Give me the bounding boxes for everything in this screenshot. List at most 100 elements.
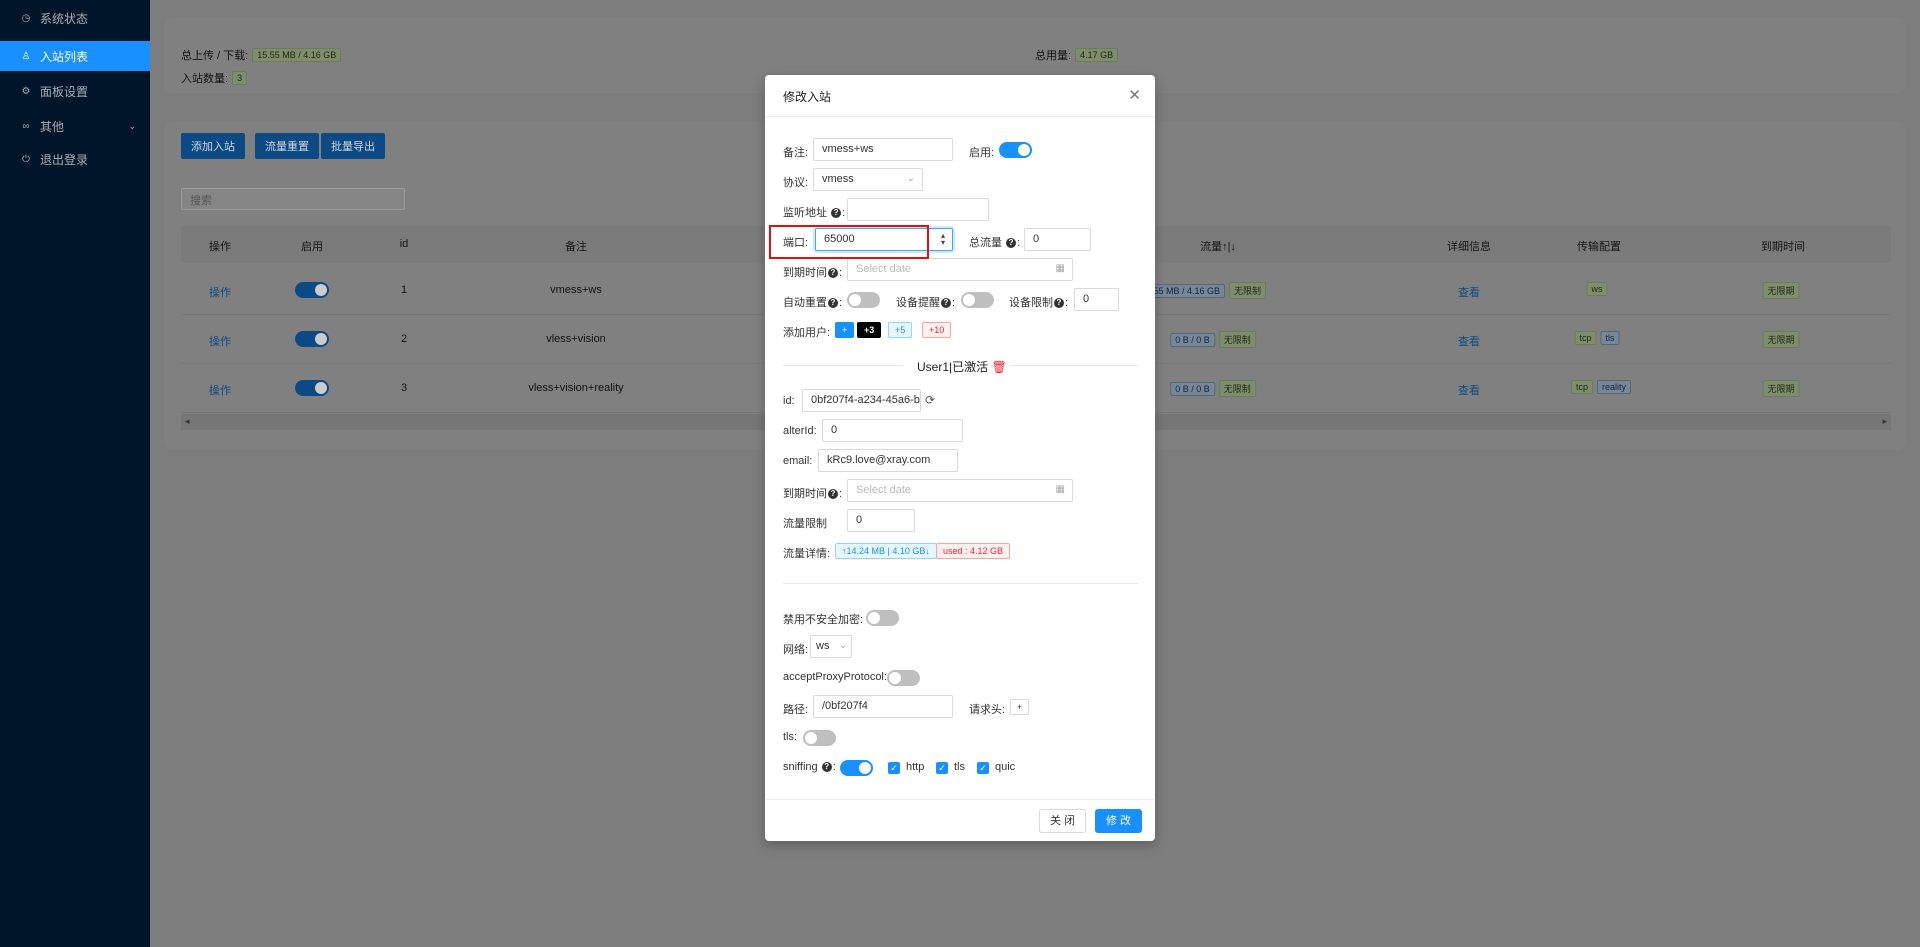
sniff-http-checkbox[interactable]: ✓	[888, 762, 900, 774]
reset-traffic-button[interactable]: 流量重置	[255, 133, 319, 159]
sniffing-label: sniffing ?:	[783, 761, 836, 773]
user-divider-right	[1010, 365, 1138, 366]
question-icon: ?	[831, 208, 842, 219]
row-transport: ws	[1583, 282, 1608, 296]
row-op-link[interactable]: 操作	[209, 284, 231, 300]
chevron-down-icon: ⌄	[906, 173, 915, 184]
sniff-quic-label: quic	[995, 761, 1016, 773]
calendar-icon: ▦	[1055, 263, 1065, 274]
sniff-tls-label: tls	[954, 761, 965, 773]
sidebar-item-other[interactable]: ∞ 其他 ⌄	[0, 111, 150, 141]
close-icon[interactable]: ✕	[1128, 86, 1141, 104]
enable-switch[interactable]	[999, 142, 1032, 158]
th-remark: 备注	[565, 241, 587, 253]
row-op-link[interactable]: 操作	[209, 333, 231, 349]
path-label: 路径:	[783, 704, 809, 716]
batch-export-button[interactable]: 批量导出	[321, 133, 385, 159]
total-traffic-input[interactable]: 0	[1024, 228, 1091, 251]
device-limit-input[interactable]: 0	[1074, 288, 1119, 311]
path-input[interactable]: /0bf207f4	[813, 695, 953, 718]
sidebar-item-label: 退出登录	[40, 152, 89, 167]
row-transport-tag: tcp	[1570, 380, 1593, 394]
th-traffic: 流量↑|↓	[1200, 241, 1236, 253]
stepper-icon[interactable]: ▴ ▾	[941, 232, 945, 247]
inbound-count-tag: 3	[232, 71, 248, 85]
submit-button[interactable]: 修 改	[1095, 809, 1143, 833]
row-transport-tag: ws	[1586, 282, 1608, 296]
row-expiry: 无限期	[1758, 282, 1800, 299]
traffic-limit-label: 流量限制	[783, 518, 827, 530]
row-transport-tag: tcp	[1574, 331, 1597, 345]
network-select[interactable]: ws ⌄	[810, 635, 852, 658]
add-inbound-button[interactable]: 添加入站	[181, 133, 245, 159]
expiry-date-picker[interactable]: Select date ▦	[847, 258, 1073, 281]
user-icon: ♙	[21, 50, 31, 62]
add-header-button[interactable]: +	[1010, 699, 1030, 715]
expiry-date-placeholder: Select date	[856, 263, 912, 275]
delete-icon[interactable]: 🗑	[991, 360, 1006, 374]
user-divider-left	[783, 365, 903, 366]
disable-insecure-switch[interactable]	[866, 610, 899, 626]
uuid-input[interactable]: 0bf207f4-a234-45a6-b	[802, 389, 921, 412]
search-input[interactable]: 搜索	[181, 188, 405, 210]
section-divider	[783, 583, 1138, 584]
modal-footer: 关 闭 修 改	[765, 799, 1155, 841]
protocol-select[interactable]: vmess ⌄	[813, 168, 923, 191]
row-id: 2	[400, 333, 408, 345]
sniff-quic-checkbox[interactable]: ✓	[977, 762, 989, 774]
remark-input[interactable]: vmess+ws	[813, 138, 953, 161]
row-detail-link[interactable]: 查看	[1458, 284, 1480, 300]
email-input[interactable]: kRc9.love@xray.com	[818, 449, 958, 472]
scroll-right-icon[interactable]: ▸	[1882, 416, 1887, 427]
auto-reset-switch[interactable]	[847, 292, 880, 308]
device-limit-label: 设备限制?:	[1009, 297, 1069, 309]
row-traffic-tag: 0 B / 0 B	[1170, 333, 1215, 347]
sniffing-switch[interactable]	[840, 760, 873, 776]
traffic-detail-label: 流量详情:	[783, 548, 831, 560]
row-detail-link[interactable]: 查看	[1458, 382, 1480, 398]
th-id: id	[399, 238, 409, 250]
add-3-users-button[interactable]: +3	[857, 322, 882, 338]
row-expiry: 无限期	[1758, 380, 1800, 397]
row-enable-toggle[interactable]	[295, 380, 329, 396]
user-expiry-date-picker[interactable]: Select date ▦	[847, 479, 1073, 502]
add-10-users-button[interactable]: +10	[922, 322, 952, 338]
auto-reset-label-text: 自动重置	[783, 297, 827, 309]
row-transport-tag: tls	[1600, 331, 1620, 345]
alterid-input[interactable]: 0	[822, 419, 963, 442]
th-enable: 启用	[301, 241, 323, 253]
th-expiry: 到期时间	[1761, 241, 1805, 253]
sidebar-item-system-status[interactable]: ◷ 系统状态	[0, 3, 150, 33]
sniff-tls-checkbox[interactable]: ✓	[936, 762, 948, 774]
row-id: 1	[400, 284, 408, 296]
total-usage: 总用量: 4.17 GB	[1035, 47, 1119, 63]
row-enable-toggle[interactable]	[295, 282, 329, 298]
row-op-link[interactable]: 操作	[209, 382, 231, 398]
scroll-left-icon[interactable]: ◂	[185, 416, 190, 427]
sidebar-item-panel-settings[interactable]: ⚙ 面板设置	[0, 76, 150, 106]
row-enable-toggle[interactable]	[295, 331, 329, 347]
refresh-icon[interactable]: ⟳	[925, 393, 935, 407]
alterid-label: alterId:	[783, 425, 817, 437]
inbound-count-label: 入站数量:	[181, 73, 229, 85]
id-label: id:	[783, 395, 795, 407]
calendar-icon: ▦	[1055, 484, 1065, 495]
row-detail-link[interactable]: 查看	[1458, 333, 1480, 349]
traffic-limit-input[interactable]: 0	[847, 509, 915, 532]
accept-proxy-switch[interactable]	[887, 670, 920, 686]
row-expiry-tag: 无限期	[1762, 331, 1800, 348]
question-icon: ?	[941, 298, 951, 309]
add-5-users-button[interactable]: +5	[888, 322, 913, 338]
close-button[interactable]: 关 闭	[1039, 809, 1087, 833]
device-alert-switch[interactable]	[961, 292, 994, 308]
device-alert-label-text: 设备提醒	[896, 297, 940, 309]
row-expiry: 无限期	[1758, 331, 1800, 348]
add-user-button[interactable]: +	[835, 322, 855, 338]
tls-switch[interactable]	[803, 730, 836, 746]
sidebar-item-inbound-list[interactable]: ♙ 入站列表	[0, 41, 150, 71]
question-icon: ?	[1054, 298, 1064, 309]
listen-label-text: 监听地址	[783, 207, 827, 219]
listen-input[interactable]	[847, 198, 989, 221]
sidebar-item-logout[interactable]: ⏻ 退出登录	[0, 144, 150, 174]
sidebar-item-label: 面板设置	[40, 84, 89, 99]
